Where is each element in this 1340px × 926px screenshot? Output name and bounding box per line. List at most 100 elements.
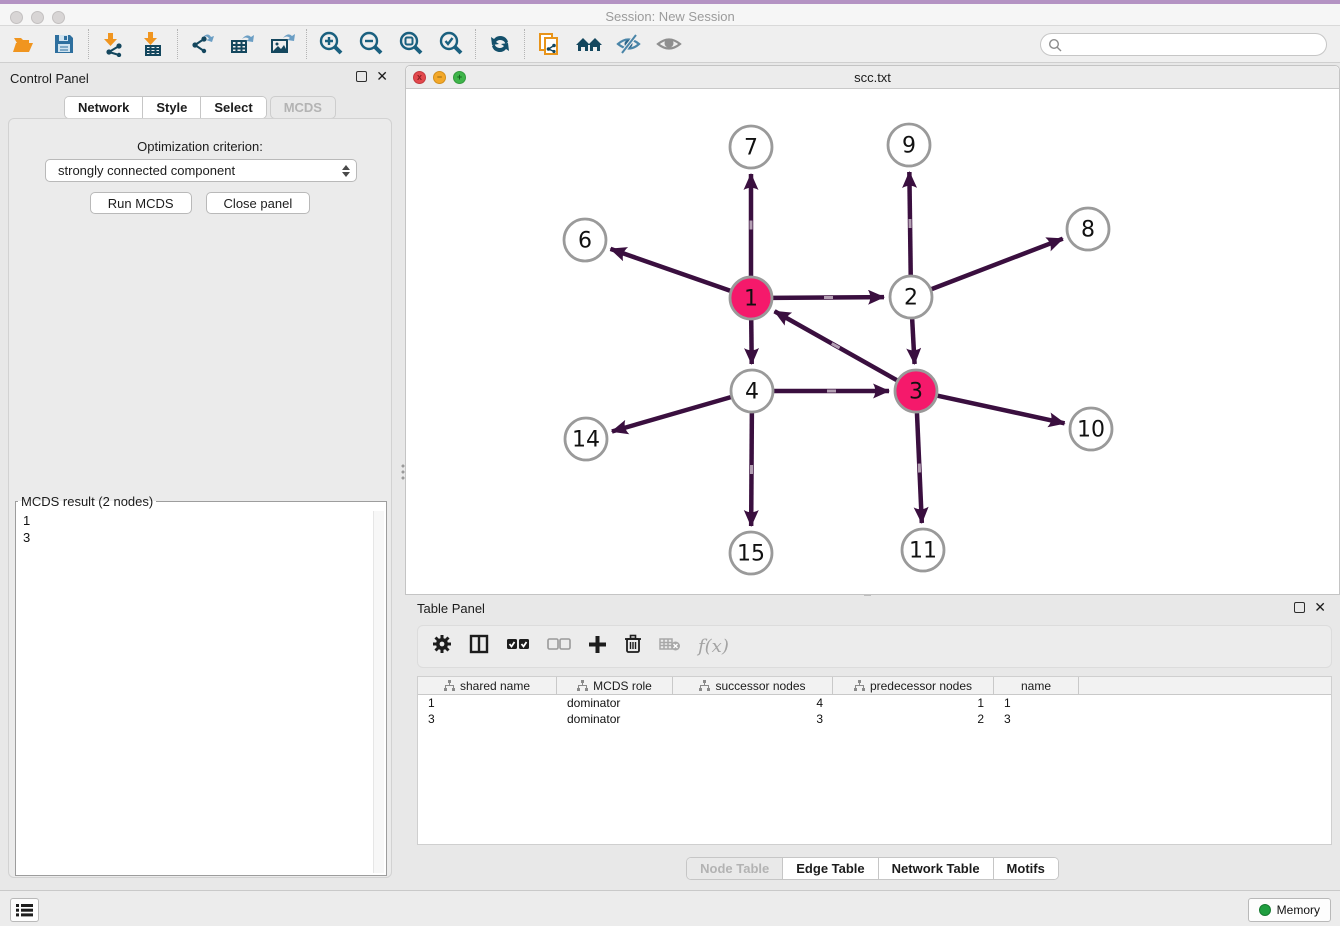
result-scrollbar[interactable] [373,511,384,873]
column-type-icon [854,680,865,691]
window-title: Session: New Session [0,9,1340,24]
deselect-all-icon[interactable] [547,636,571,657]
column-header-label: name [1021,679,1051,693]
search-icon [1048,38,1062,52]
tab-style[interactable]: Style [143,97,201,118]
task-list-icon [16,903,33,917]
mcds-result-text[interactable]: 1 3 [17,510,385,874]
table-cell[interactable]: 3 [418,712,557,726]
zoom-fit-icon[interactable] [396,29,426,59]
tab-mcds[interactable]: MCDS [270,96,336,119]
table-header-row: shared name MCDS role successor nodes prede… [418,677,1331,695]
table-panel-tabs: Node TableEdge TableNetwork TableMotifs [405,857,1340,880]
search-box[interactable] [1040,33,1327,56]
window-titlebar: Session: New Session [0,0,1340,26]
column-header-MCDS-role[interactable]: MCDS role [557,677,673,694]
table-cell[interactable]: 4 [673,696,833,710]
tab-node-table[interactable]: Node Table [687,858,783,879]
table-row[interactable]: 1dominator411 [418,695,1331,711]
node-table[interactable]: shared name MCDS role successor nodes prede… [417,676,1332,845]
control-panel-title: Control Panel [10,71,89,86]
column-header-label: shared name [460,679,530,693]
tab-network-table[interactable]: Network Table [879,858,994,879]
memory-status-icon [1259,904,1271,916]
network-graph-canvas[interactable]: 7968124314101511 [406,89,1339,595]
mcds-result-group: MCDS result (2 nodes) 1 3 [15,494,387,876]
control-panel: Control Panel ✕ NetworkStyleSelectMCDS O… [0,63,400,890]
export-network-icon[interactable] [187,29,217,59]
delete-table-icon[interactable] [659,636,681,657]
column-header-successor-nodes[interactable]: successor nodes [673,677,833,694]
zoom-out-icon[interactable] [356,29,386,59]
main-toolbar [0,26,1340,63]
criterion-selected-value: strongly connected component [58,163,342,178]
import-network-icon[interactable] [98,29,128,59]
close-panel-button[interactable]: Close panel [206,192,311,214]
float-table-panel-icon[interactable] [1294,602,1305,613]
table-toolbar: f(x) [417,625,1332,668]
column-header-shared-name[interactable]: shared name [418,677,557,694]
column-type-icon [577,680,588,691]
table-cell[interactable]: 1 [418,696,557,710]
hide-selected-icon[interactable] [614,29,644,59]
add-column-icon[interactable] [588,635,607,659]
select-all-icon[interactable] [506,636,530,657]
zoom-in-icon[interactable] [316,29,346,59]
search-input[interactable] [1062,38,1326,52]
copy-network-icon[interactable] [534,29,564,59]
table-settings-icon[interactable] [432,634,452,659]
zoom-selected-icon[interactable] [436,29,466,59]
table-cell[interactable]: 1 [833,696,994,710]
edge-4-14[interactable] [612,397,731,431]
function-builder-icon[interactable]: f(x) [698,636,729,657]
edge-3-10[interactable] [937,396,1064,424]
table-cell[interactable]: 2 [833,712,994,726]
table-cell[interactable]: 3 [994,712,1079,726]
export-table-icon[interactable] [227,29,257,59]
open-session-icon[interactable] [9,29,39,59]
tab-motifs[interactable]: Motifs [994,858,1058,879]
close-table-panel-icon[interactable]: ✕ [1314,602,1326,613]
node-label-14: 14 [572,428,600,453]
column-header-label: predecessor nodes [870,679,972,693]
delete-column-icon[interactable] [624,634,642,659]
edge-2-3[interactable] [912,319,914,364]
dropdown-stepper-icon [342,165,350,177]
close-panel-icon[interactable]: ✕ [376,71,388,82]
edge-1-6[interactable] [610,249,730,291]
save-session-icon[interactable] [49,29,79,59]
run-mcds-button[interactable]: Run MCDS [90,192,192,214]
tab-edge-table[interactable]: Edge Table [783,858,878,879]
node-label-4: 4 [745,380,759,405]
optimization-criterion-label: Optimization criterion: [9,139,391,154]
export-image-icon[interactable] [267,29,297,59]
show-all-networks-icon[interactable] [574,29,604,59]
criterion-dropdown[interactable]: strongly connected component [45,159,357,182]
network-window-titlebar[interactable]: x − + scc.txt [406,66,1339,89]
column-header-name[interactable]: name [994,677,1079,694]
column-visibility-icon[interactable] [469,634,489,659]
table-cell[interactable]: 3 [673,712,833,726]
edge-2-8[interactable] [932,239,1063,289]
network-view-window: x − + scc.txt 7968124314101511 [405,65,1340,595]
float-panel-icon[interactable] [356,71,367,82]
import-table-icon[interactable] [138,29,168,59]
tab-select[interactable]: Select [201,97,265,118]
tab-network[interactable]: Network [65,97,143,118]
table-cell[interactable]: 1 [994,696,1079,710]
task-history-button[interactable] [10,898,39,922]
column-type-icon [699,680,710,691]
node-label-7: 7 [744,136,758,161]
column-header-label: MCDS role [593,679,652,693]
table-cell[interactable]: dominator [557,696,673,710]
memory-button[interactable]: Memory [1248,898,1331,922]
refresh-view-icon[interactable] [485,29,515,59]
node-label-3: 3 [909,380,923,405]
table-row[interactable]: 3dominator323 [418,711,1331,727]
control-panel-tabs: NetworkStyleSelectMCDS [0,96,400,119]
show-selected-icon[interactable] [654,29,684,59]
table-cell[interactable]: dominator [557,712,673,726]
node-label-9: 9 [902,134,916,159]
column-header-predecessor-nodes[interactable]: predecessor nodes [833,677,994,694]
node-label-15: 15 [737,542,765,567]
